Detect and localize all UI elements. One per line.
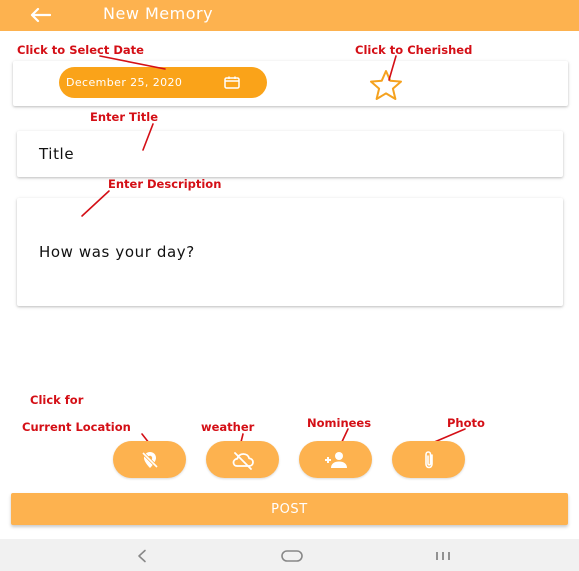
location-button[interactable] xyxy=(113,441,186,478)
cherish-star-button[interactable] xyxy=(367,68,405,102)
annotation-cherished: Click to Cherished xyxy=(355,43,473,57)
annotation-weather: weather xyxy=(201,420,255,434)
annotation-enter-description: Enter Description xyxy=(108,177,222,191)
add-person-icon xyxy=(324,451,347,468)
description-input-text: How was your day? xyxy=(39,243,195,261)
annotation-enter-title: Enter Title xyxy=(90,110,159,124)
system-nav-bar xyxy=(0,539,579,571)
title-field[interactable]: Title xyxy=(17,131,563,177)
calendar-icon xyxy=(224,76,240,89)
post-button-label: POST xyxy=(271,501,308,517)
star-outline-icon xyxy=(370,70,402,100)
nominees-button[interactable] xyxy=(299,441,372,478)
nav-recents-button[interactable] xyxy=(428,546,458,566)
cloud-off-icon xyxy=(232,451,254,470)
annotation-select-date: Click to Select Date xyxy=(17,43,144,57)
nav-home-icon xyxy=(281,550,303,562)
annotation-photo: Photo xyxy=(447,416,485,430)
post-button[interactable]: POST xyxy=(11,493,568,525)
app-bar: New Memory xyxy=(0,0,579,31)
nav-back-icon xyxy=(138,549,146,563)
nav-back-button[interactable] xyxy=(127,546,157,566)
nav-recents-icon xyxy=(436,552,450,560)
back-button[interactable] xyxy=(26,3,54,27)
photo-button[interactable] xyxy=(392,441,465,478)
date-value: December 25, 2020 xyxy=(66,76,183,89)
annotation-click-for: Click for xyxy=(30,393,84,407)
annotation-nominees: Nominees xyxy=(307,416,372,430)
title-input-text: Title xyxy=(39,145,75,163)
date-card: December 25, 2020 xyxy=(13,61,568,106)
nav-home-button[interactable] xyxy=(277,546,307,566)
location-off-icon xyxy=(141,451,158,468)
page-title: New Memory xyxy=(103,4,214,23)
paperclip-icon xyxy=(424,450,433,468)
annotation-current-location: Current Location xyxy=(22,420,131,434)
arrow-left-icon xyxy=(30,7,51,23)
date-picker-button[interactable]: December 25, 2020 xyxy=(59,67,267,98)
weather-button[interactable] xyxy=(206,441,279,478)
description-field[interactable]: How was your day? xyxy=(17,198,563,306)
